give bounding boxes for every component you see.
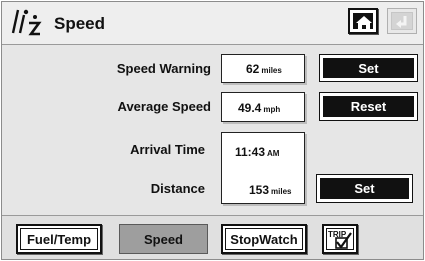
arrival-time-unit: AM: [267, 149, 280, 158]
speed-warning-field[interactable]: 62 miles: [221, 54, 305, 83]
average-speed-reset-button[interactable]: Reset: [319, 92, 418, 121]
tab-trip[interactable]: TRIP: [322, 224, 358, 254]
trip-check-icon: TRIP: [328, 230, 352, 249]
trip-info-icon: [11, 9, 42, 36]
header: Speed: [2, 2, 423, 45]
speed-warning-value: 62: [246, 62, 260, 76]
tab-speed[interactable]: Speed: [119, 224, 208, 254]
arrival-time-label: Arrival Time: [130, 142, 205, 157]
distance-set-label: Set: [320, 178, 409, 199]
speed-warning-set-button[interactable]: Set: [319, 54, 418, 82]
screen: Speed Speed Warning 62 miles Set Average…: [1, 1, 424, 260]
average-speed-reset-label: Reset: [323, 96, 414, 117]
distance-unit: miles: [271, 187, 292, 196]
back-arrow-icon: [396, 16, 407, 28]
speed-warning-label: Speed Warning: [116, 61, 211, 76]
tab-speed-label: Speed: [143, 231, 183, 247]
distance-set-button[interactable]: Set: [316, 174, 413, 203]
tab-bar: Fuel/Temp Speed StopWatch TRIP: [2, 215, 423, 259]
arrival-distance-field: 11:43 AM 153 miles: [221, 132, 305, 204]
distance-value: 153: [249, 183, 270, 197]
tab-fuel-temp-label: Fuel/Temp: [26, 231, 92, 247]
arrival-time-value: 11:43: [235, 145, 266, 159]
distance-label: Distance: [150, 181, 205, 196]
speed-warning-set-label: Set: [323, 58, 414, 78]
average-speed-label: Average Speed: [117, 99, 211, 114]
tab-fuel-temp[interactable]: Fuel/Temp: [16, 224, 102, 254]
home-icon: [356, 16, 372, 29]
average-speed-field: 49.4 mph: [221, 92, 305, 122]
tab-stopwatch[interactable]: StopWatch: [221, 224, 307, 254]
average-speed-value: 49.4: [238, 101, 262, 115]
speed-warning-unit: miles: [261, 66, 282, 75]
back-button[interactable]: [387, 8, 417, 34]
average-speed-unit: mph: [263, 105, 281, 114]
tab-stopwatch-label: StopWatch: [230, 231, 298, 247]
page-title: Speed: [54, 14, 106, 33]
home-button[interactable]: [348, 8, 378, 34]
